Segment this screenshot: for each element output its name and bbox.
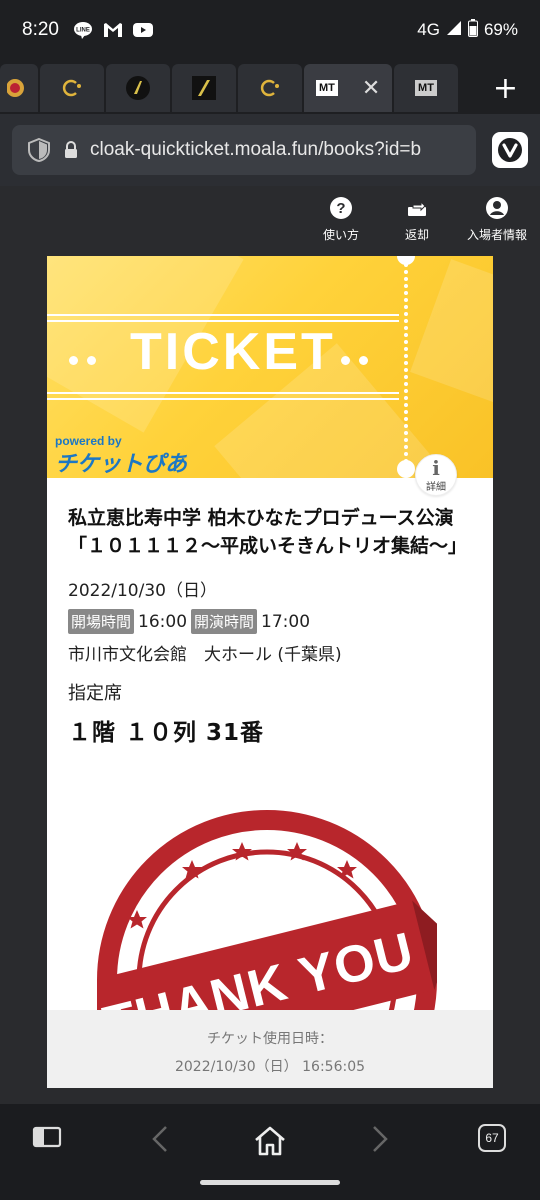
tab-bar: MT ✕ MT +: [0, 62, 540, 114]
seat-type: 指定席: [68, 683, 122, 704]
address-bar-area: cloak-quickticket.moala.fun/books?id=b: [0, 114, 540, 186]
forward-arrow-icon[interactable]: [368, 1124, 392, 1154]
return-ticket-icon: [408, 200, 426, 216]
seat-number: １階 １０列 31番: [68, 720, 265, 746]
lock-icon: [65, 141, 77, 158]
ticket-header-word: TICKET: [130, 323, 336, 381]
url-text: cloak-quickticket.moala.fun/books?id=b: [90, 139, 422, 160]
return-button[interactable]: 返却: [386, 196, 448, 243]
used-label: チケット使用日時：: [207, 1031, 333, 1047]
tab-2[interactable]: [40, 64, 104, 112]
loading-favicon-icon: [260, 79, 279, 97]
detail-label: 詳細: [426, 481, 446, 493]
ticket-toolbar: ? 使い方 返却 入場者情報: [296, 196, 532, 243]
panel-toggle-icon[interactable]: [32, 1124, 62, 1150]
battery-level: 69%: [483, 20, 518, 39]
tab-5[interactable]: [238, 64, 302, 112]
detail-button[interactable]: i 詳細: [415, 454, 457, 496]
open-time: 16:00: [138, 611, 188, 632]
zenith-favicon-icon: [192, 76, 216, 100]
youtube-icon: [132, 22, 153, 38]
line-icon: LINE: [73, 21, 93, 39]
event-times: 開場時間 16:00 開演時間 17:00: [68, 609, 478, 634]
help-icon: ?: [330, 197, 352, 219]
tab-3[interactable]: [106, 64, 170, 112]
tab-active[interactable]: MT ✕: [304, 64, 392, 112]
gesture-home-bar[interactable]: [200, 1180, 340, 1185]
ticket-header: TICKET powered by チケットぴあ: [47, 256, 493, 478]
info-icon: i: [432, 455, 440, 480]
user-icon: [486, 197, 508, 219]
vivaldi-icon: [498, 138, 522, 162]
home-icon[interactable]: [252, 1124, 288, 1158]
zenith-favicon-icon: [126, 76, 150, 100]
battery-icon: [467, 18, 478, 42]
usage-footer: チケット使用日時： 2022/10/30（日） 16:56:05: [47, 1010, 493, 1088]
site-favicon-icon: [7, 79, 24, 97]
event-title: 私立恵比寿中学 柏木ひなたプロデュース公演「１０１１１２〜平成いそきんトリオ集結…: [68, 507, 468, 557]
entrant-info-button[interactable]: 入場者情報: [462, 196, 532, 243]
start-time: 17:00: [261, 611, 311, 632]
back-arrow-icon[interactable]: [148, 1124, 172, 1154]
tab-7[interactable]: MT: [394, 64, 458, 112]
web-page: ? 使い方 返却 入場者情報 TICKET powered by チケットぴあ …: [0, 186, 540, 1104]
status-bar: 8:20 LINE 4G 69%: [0, 0, 540, 60]
help-label: 使い方: [322, 228, 359, 242]
loading-favicon-icon: [62, 79, 81, 97]
svg-text:?: ?: [336, 200, 345, 217]
browser-bottom-bar: 67: [0, 1104, 540, 1200]
banner-dots-left: [69, 350, 105, 369]
svg-text:LINE: LINE: [76, 28, 90, 34]
return-label: 返却: [404, 228, 429, 242]
tab-favicon-mt: MT: [316, 80, 338, 96]
vivaldi-menu-button[interactable]: [492, 132, 528, 168]
ticket-notch-bottom: [397, 460, 415, 478]
tab-close-button[interactable]: ✕: [362, 76, 380, 101]
open-time-badge: 開場時間: [68, 609, 135, 634]
tab-1[interactable]: [0, 64, 38, 112]
ticket-card: TICKET powered by チケットぴあ i 詳細 私立恵比寿中学 柏木…: [47, 256, 493, 1088]
start-time-badge: 開演時間: [191, 609, 258, 634]
ticket-perforation: [403, 256, 409, 478]
signal-icon: [446, 20, 462, 41]
gmail-icon: [103, 22, 123, 38]
network-type: 4G: [417, 20, 440, 39]
pia-logo: チケットぴあ: [55, 452, 188, 477]
used-datetime: 2022/10/30（日） 16:56:05: [174, 1059, 366, 1075]
status-time: 8:20: [22, 19, 59, 40]
ticket-details: 私立恵比寿中学 柏木ひなたプロデュース公演「１０１１１２〜平成いそきんトリオ集結…: [68, 504, 478, 747]
tab-favicon-mt: MT: [415, 80, 437, 96]
tab-4[interactable]: [172, 64, 236, 112]
shield-icon[interactable]: [28, 138, 50, 162]
tab-count-button[interactable]: 67: [478, 1124, 506, 1152]
new-tab-button[interactable]: +: [493, 71, 518, 106]
entrant-label: 入場者情報: [466, 228, 527, 242]
help-button[interactable]: ? 使い方: [310, 196, 372, 243]
address-bar[interactable]: cloak-quickticket.moala.fun/books?id=b: [12, 125, 476, 175]
banner-dots-right: [341, 350, 377, 369]
event-date: 2022/10/30（日）: [68, 581, 217, 601]
event-venue: 市川市文化会館 大ホール (千葉県): [68, 645, 342, 665]
